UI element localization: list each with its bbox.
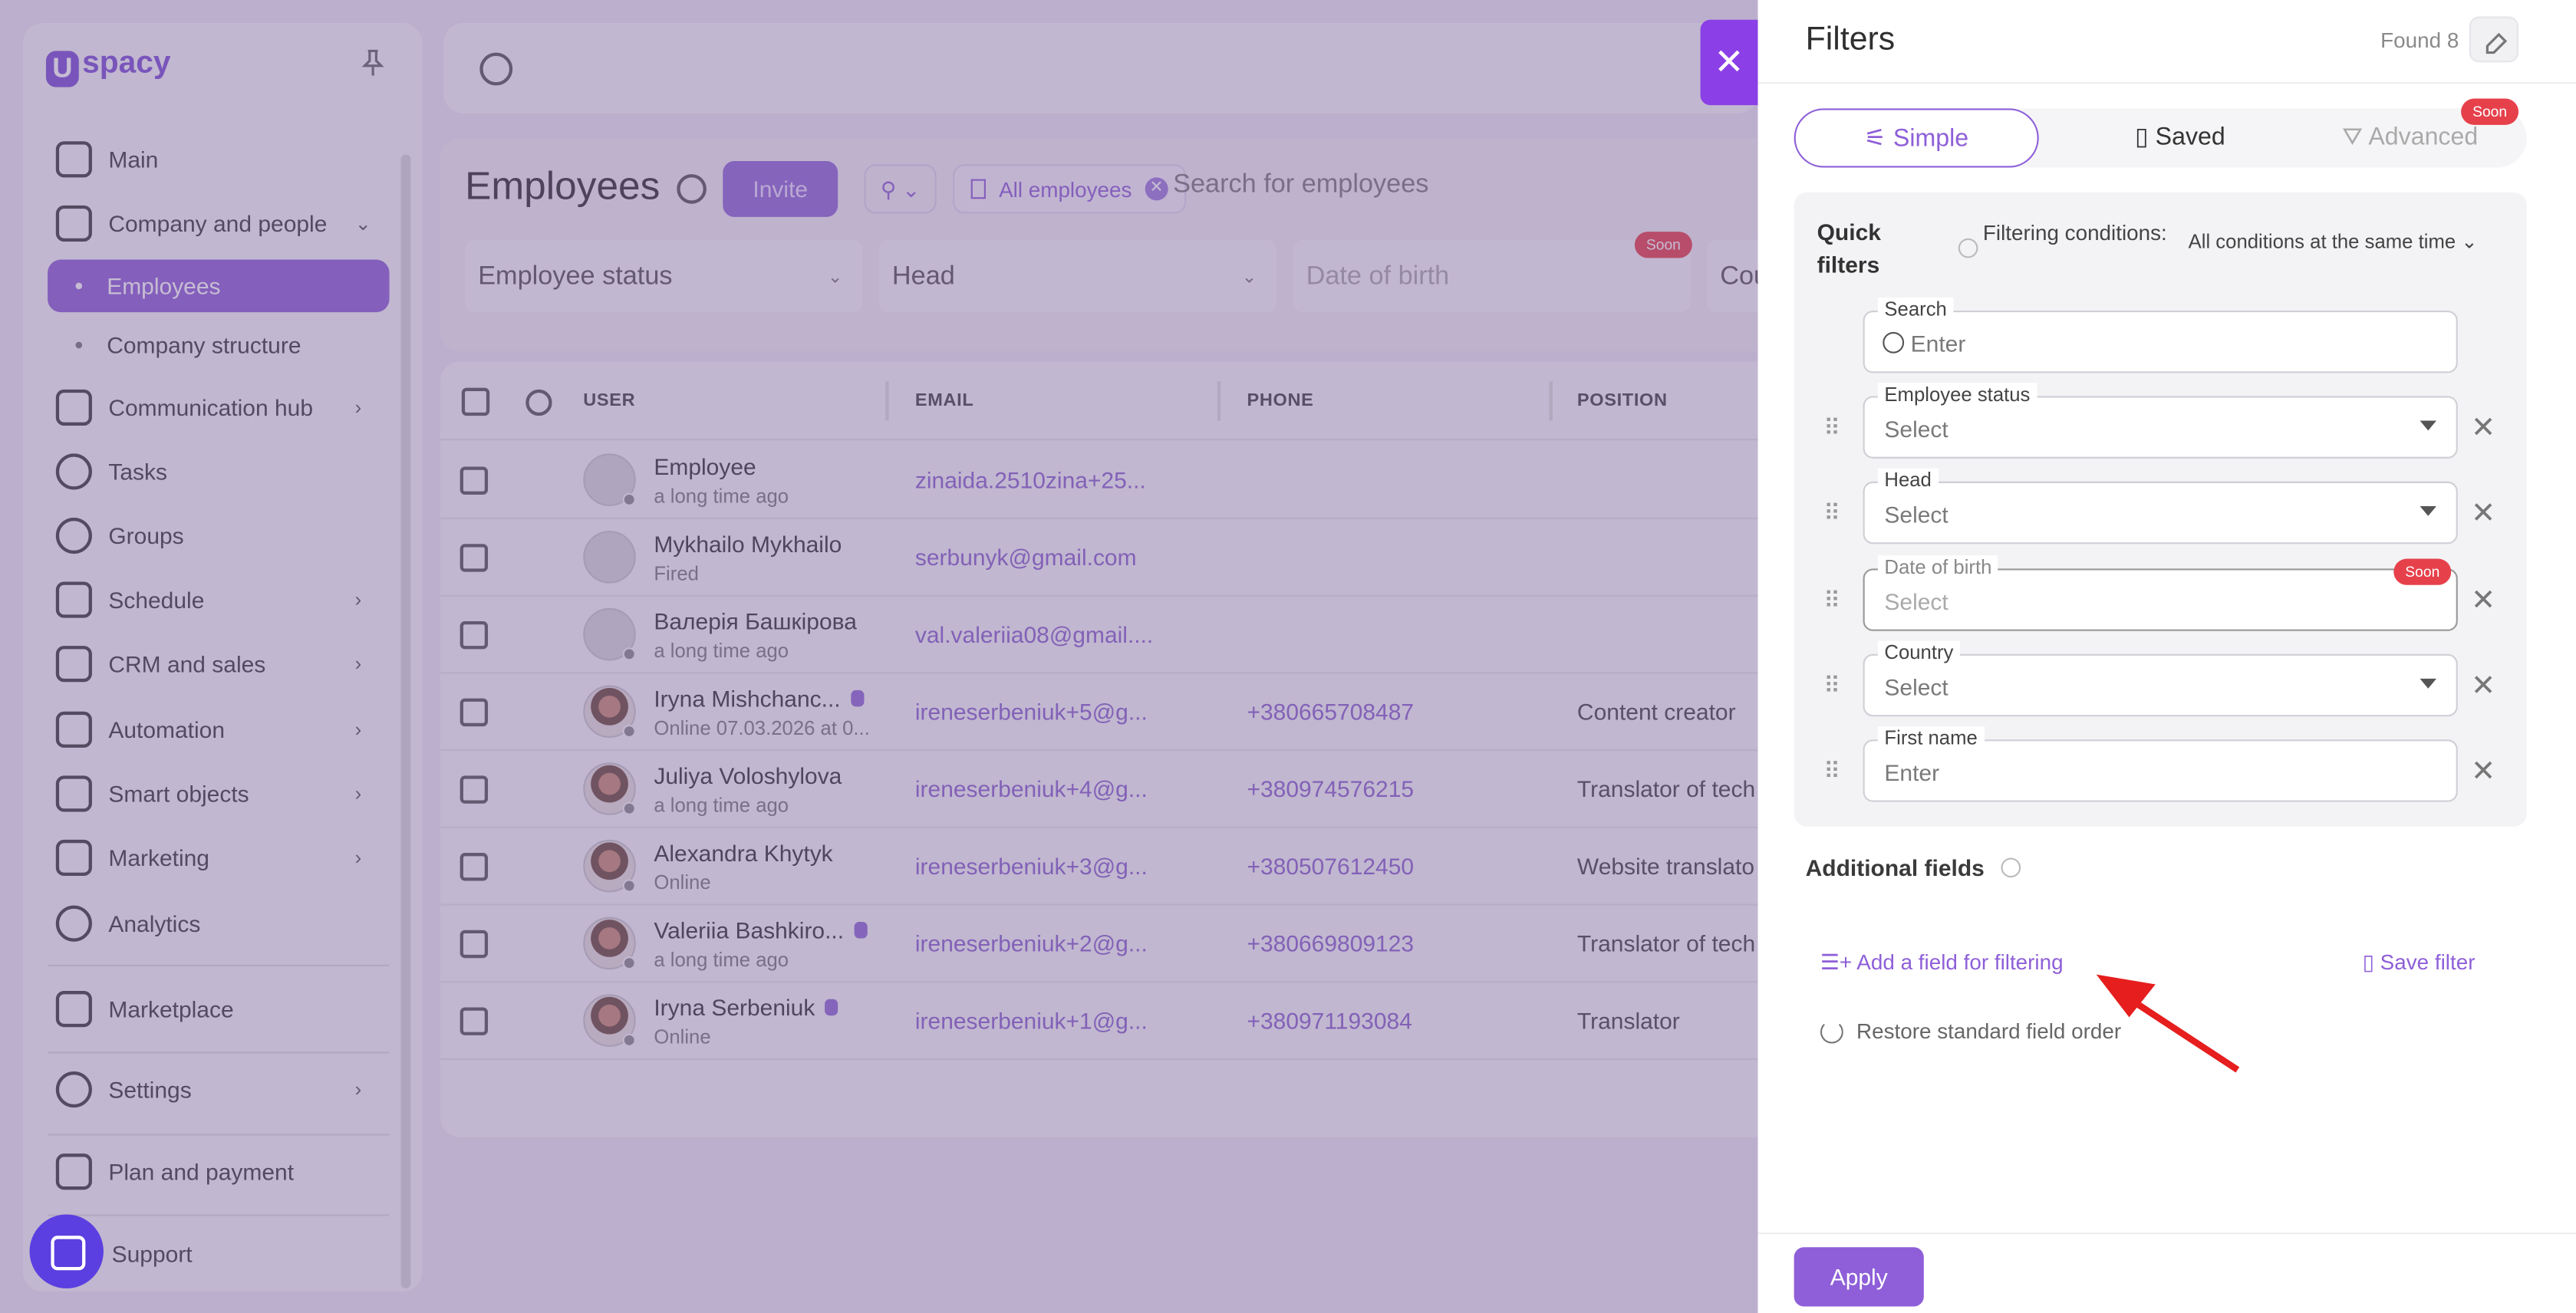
chevron-down-icon: ⌄ [2456, 229, 2478, 253]
sliders-icon: ⚟ [1864, 124, 1893, 153]
date-of-birth-field[interactable]: Date of birth Select [1863, 555, 2458, 631]
add-field-button[interactable]: ☰+ Add a field for filtering [1820, 949, 2064, 976]
field-label: Country [1877, 640, 1960, 664]
remove-field-icon[interactable]: ✕ [2471, 584, 2495, 618]
drag-handle-icon[interactable]: ⠿ [1823, 414, 1840, 442]
caret-down-icon [2420, 420, 2436, 431]
panel-footer: Apply [1757, 1232, 2576, 1313]
clear-filters-button[interactable] [2469, 16, 2519, 63]
modal-overlay[interactable] [0, 0, 1758, 1313]
remove-field-icon[interactable]: ✕ [2471, 754, 2495, 788]
additional-fields-title: Additional fields [1806, 854, 2021, 880]
employee-status-field[interactable]: Employee status Select [1863, 383, 2458, 459]
drag-handle-icon[interactable]: ⠿ [1823, 758, 1840, 785]
chat-widget-button[interactable] [29, 1214, 104, 1288]
filtering-conditions-label: Filtering conditions: [1982, 220, 2167, 245]
soon-badge: Soon [2461, 98, 2519, 125]
filter-tabs: ⚟ Simple ▯ Saved ⛛ Advanced [1794, 108, 2527, 168]
add-field-label: Add a field for filtering [1856, 949, 2064, 975]
field-value: Select [1884, 416, 1948, 443]
field-label: First name [1877, 726, 1985, 750]
conditions-select[interactable]: All conditions at the same time ⌄ [2189, 230, 2478, 253]
restore-order-button[interactable]: Restore standard field order [1856, 1018, 2121, 1043]
bookmark-icon: ▯ [2135, 123, 2156, 152]
add-list-icon: ☰+ [1820, 949, 1857, 975]
first-name-field[interactable]: First name Enter [1863, 726, 2458, 802]
head-field[interactable]: Head Select [1863, 468, 2458, 545]
info-icon[interactable] [1958, 238, 1978, 258]
panel-title: Filters [1805, 21, 1896, 58]
soon-badge: Soon [2393, 558, 2452, 585]
field-label: Employee status [1877, 383, 2037, 406]
save-filter-label: Save filter [2380, 949, 2476, 975]
remove-field-icon[interactable]: ✕ [2471, 496, 2495, 531]
field-value: Select [1884, 588, 1948, 615]
tab-simple[interactable]: ⚟ Simple [1794, 108, 2039, 168]
remove-field-icon[interactable]: ✕ [2471, 669, 2495, 703]
found-count: Found 8 [2380, 28, 2459, 53]
quick-filters-section: Quick filters Filtering conditions: All … [1794, 192, 2527, 827]
info-icon[interactable] [2001, 857, 2021, 878]
field-placeholder: Enter [1910, 330, 1966, 357]
close-icon: ✕ [1714, 41, 1744, 83]
filters-panel: Filters Found 8 ⚟ Simple ▯ Saved ⛛ Advan… [1757, 0, 2576, 1313]
tab-label: Saved [2155, 123, 2225, 152]
tab-label: Advanced [2368, 123, 2479, 152]
eraser-icon [2485, 32, 2508, 54]
conditions-value: All conditions at the same time [2188, 229, 2456, 253]
search-field[interactable]: Search Enter [1863, 297, 2458, 373]
divider [1757, 82, 2576, 84]
field-value: Select [1884, 501, 1948, 528]
funnel-icon: ⛛ [2342, 123, 2369, 152]
field-placeholder: Enter [1884, 759, 1940, 786]
drag-handle-icon[interactable]: ⠿ [1823, 587, 1840, 614]
restore-icon [1820, 1020, 1843, 1044]
additional-fields-label: Additional fields [1805, 854, 1985, 881]
field-value: Select [1884, 673, 1948, 700]
bookmark-icon: ▯ [2362, 949, 2380, 975]
drag-handle-icon[interactable]: ⠿ [1823, 499, 1840, 527]
tab-saved[interactable]: ▯ Saved [2074, 108, 2287, 167]
quick-filters-title: Quick filters [1817, 218, 1881, 278]
close-panel-button[interactable]: ✕ [1700, 19, 1758, 106]
field-label: Search [1877, 297, 1954, 321]
save-filter-button[interactable]: ▯ Save filter [2363, 949, 2476, 976]
caret-down-icon [2420, 678, 2436, 689]
field-label: Date of birth [1877, 555, 1998, 579]
remove-field-icon[interactable]: ✕ [2471, 411, 2495, 446]
drag-handle-icon[interactable]: ⠿ [1823, 672, 1840, 699]
field-label: Head [1877, 468, 1939, 492]
country-field[interactable]: Country Select [1863, 640, 2458, 717]
search-icon [1883, 331, 1905, 354]
annotation-arrow-icon [2096, 974, 2240, 1073]
caret-down-icon [2420, 505, 2436, 516]
tab-label: Simple [1892, 124, 1969, 153]
apply-button[interactable]: Apply [1794, 1247, 1924, 1307]
